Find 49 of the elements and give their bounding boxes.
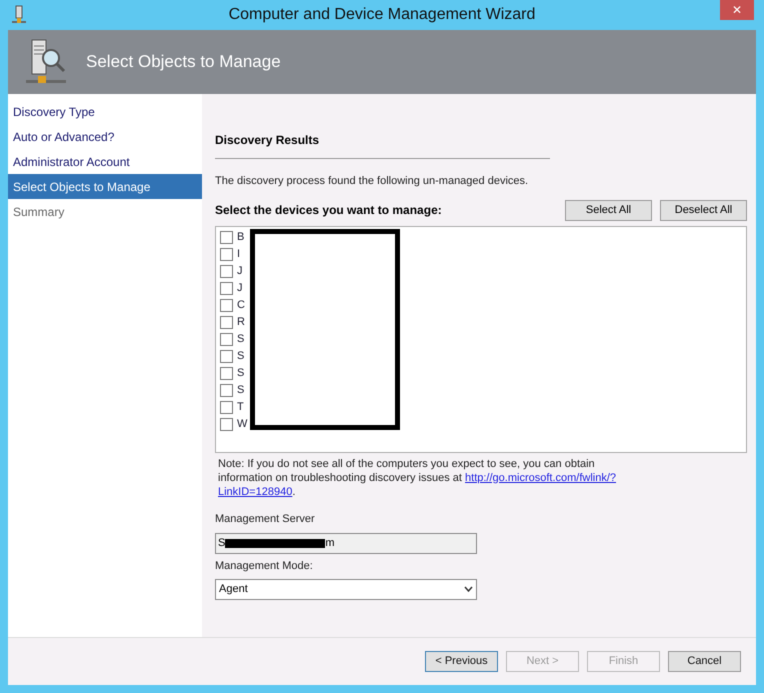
sidebar-item[interactable]: Auto or Advanced? xyxy=(8,124,202,149)
mode-label: Management Mode: xyxy=(215,559,314,574)
checkbox[interactable] xyxy=(220,282,233,294)
devices-label: Select the devices you want to manage: xyxy=(215,202,443,219)
device-name: T xyxy=(237,400,244,415)
device-name: S xyxy=(237,348,244,364)
server-value-start: S xyxy=(218,536,226,552)
server-value-end: m xyxy=(325,536,335,552)
chevron-down-icon xyxy=(464,586,473,592)
device-name: I xyxy=(237,246,240,262)
help-link[interactable]: LinkID=128940 xyxy=(218,486,292,498)
note-text: Note: If you do not see all of the computers you expect to see, you can obtain information on troubleshooting discovery issues at http://go.microsoft.com/fwlink/? LinkID=128940. xyxy=(218,456,618,498)
checkbox[interactable] xyxy=(220,332,233,346)
sidebar-item[interactable]: Discovery Type xyxy=(8,99,202,124)
checkbox[interactable] xyxy=(220,264,233,278)
sidebar-item[interactable]: Select Objects to Manage xyxy=(8,174,202,199)
window-title: Computer and Device Management Wizard xyxy=(228,5,536,25)
sidebar-item[interactable]: Administrator Account xyxy=(8,149,202,174)
server-icon xyxy=(12,5,26,25)
device-name: R xyxy=(237,314,245,330)
select-all-button[interactable]: Select All xyxy=(565,200,652,220)
device-name: S xyxy=(237,332,244,347)
wizard-button[interactable]: < Previous xyxy=(425,651,498,672)
mode-dropdown[interactable]: Agent xyxy=(215,578,477,600)
close-button[interactable]: ✕ xyxy=(720,0,754,20)
checkbox[interactable] xyxy=(220,248,233,260)
device-name: S xyxy=(237,382,244,398)
device-name: W xyxy=(237,416,248,432)
server-label: Management Server xyxy=(215,512,316,526)
checkbox[interactable] xyxy=(220,350,233,362)
section-title: Discovery Results xyxy=(215,133,320,147)
checkbox[interactable] xyxy=(220,298,233,312)
server-field[interactable]: S m xyxy=(215,533,477,554)
checkbox[interactable] xyxy=(220,316,233,328)
device-name: B xyxy=(237,230,244,245)
description-text: The discovery process found the following un-managed devices. xyxy=(215,174,530,189)
checkbox[interactable] xyxy=(220,366,233,380)
wizard-button[interactable]: Cancel xyxy=(668,651,741,672)
device-name: S xyxy=(237,366,244,381)
checkbox[interactable] xyxy=(220,230,233,244)
checkbox[interactable] xyxy=(220,384,233,396)
page-title: Select Objects to Manage xyxy=(86,51,281,74)
device-name: C xyxy=(237,298,245,313)
checkbox[interactable] xyxy=(220,400,233,414)
deselect-all-button[interactable]: Deselect All xyxy=(660,200,747,220)
checkbox[interactable] xyxy=(220,418,233,430)
device-name: J xyxy=(237,280,242,296)
device-name: J xyxy=(237,264,242,279)
help-link[interactable]: http://go.microsoft.com/fwlink/? xyxy=(465,472,616,484)
